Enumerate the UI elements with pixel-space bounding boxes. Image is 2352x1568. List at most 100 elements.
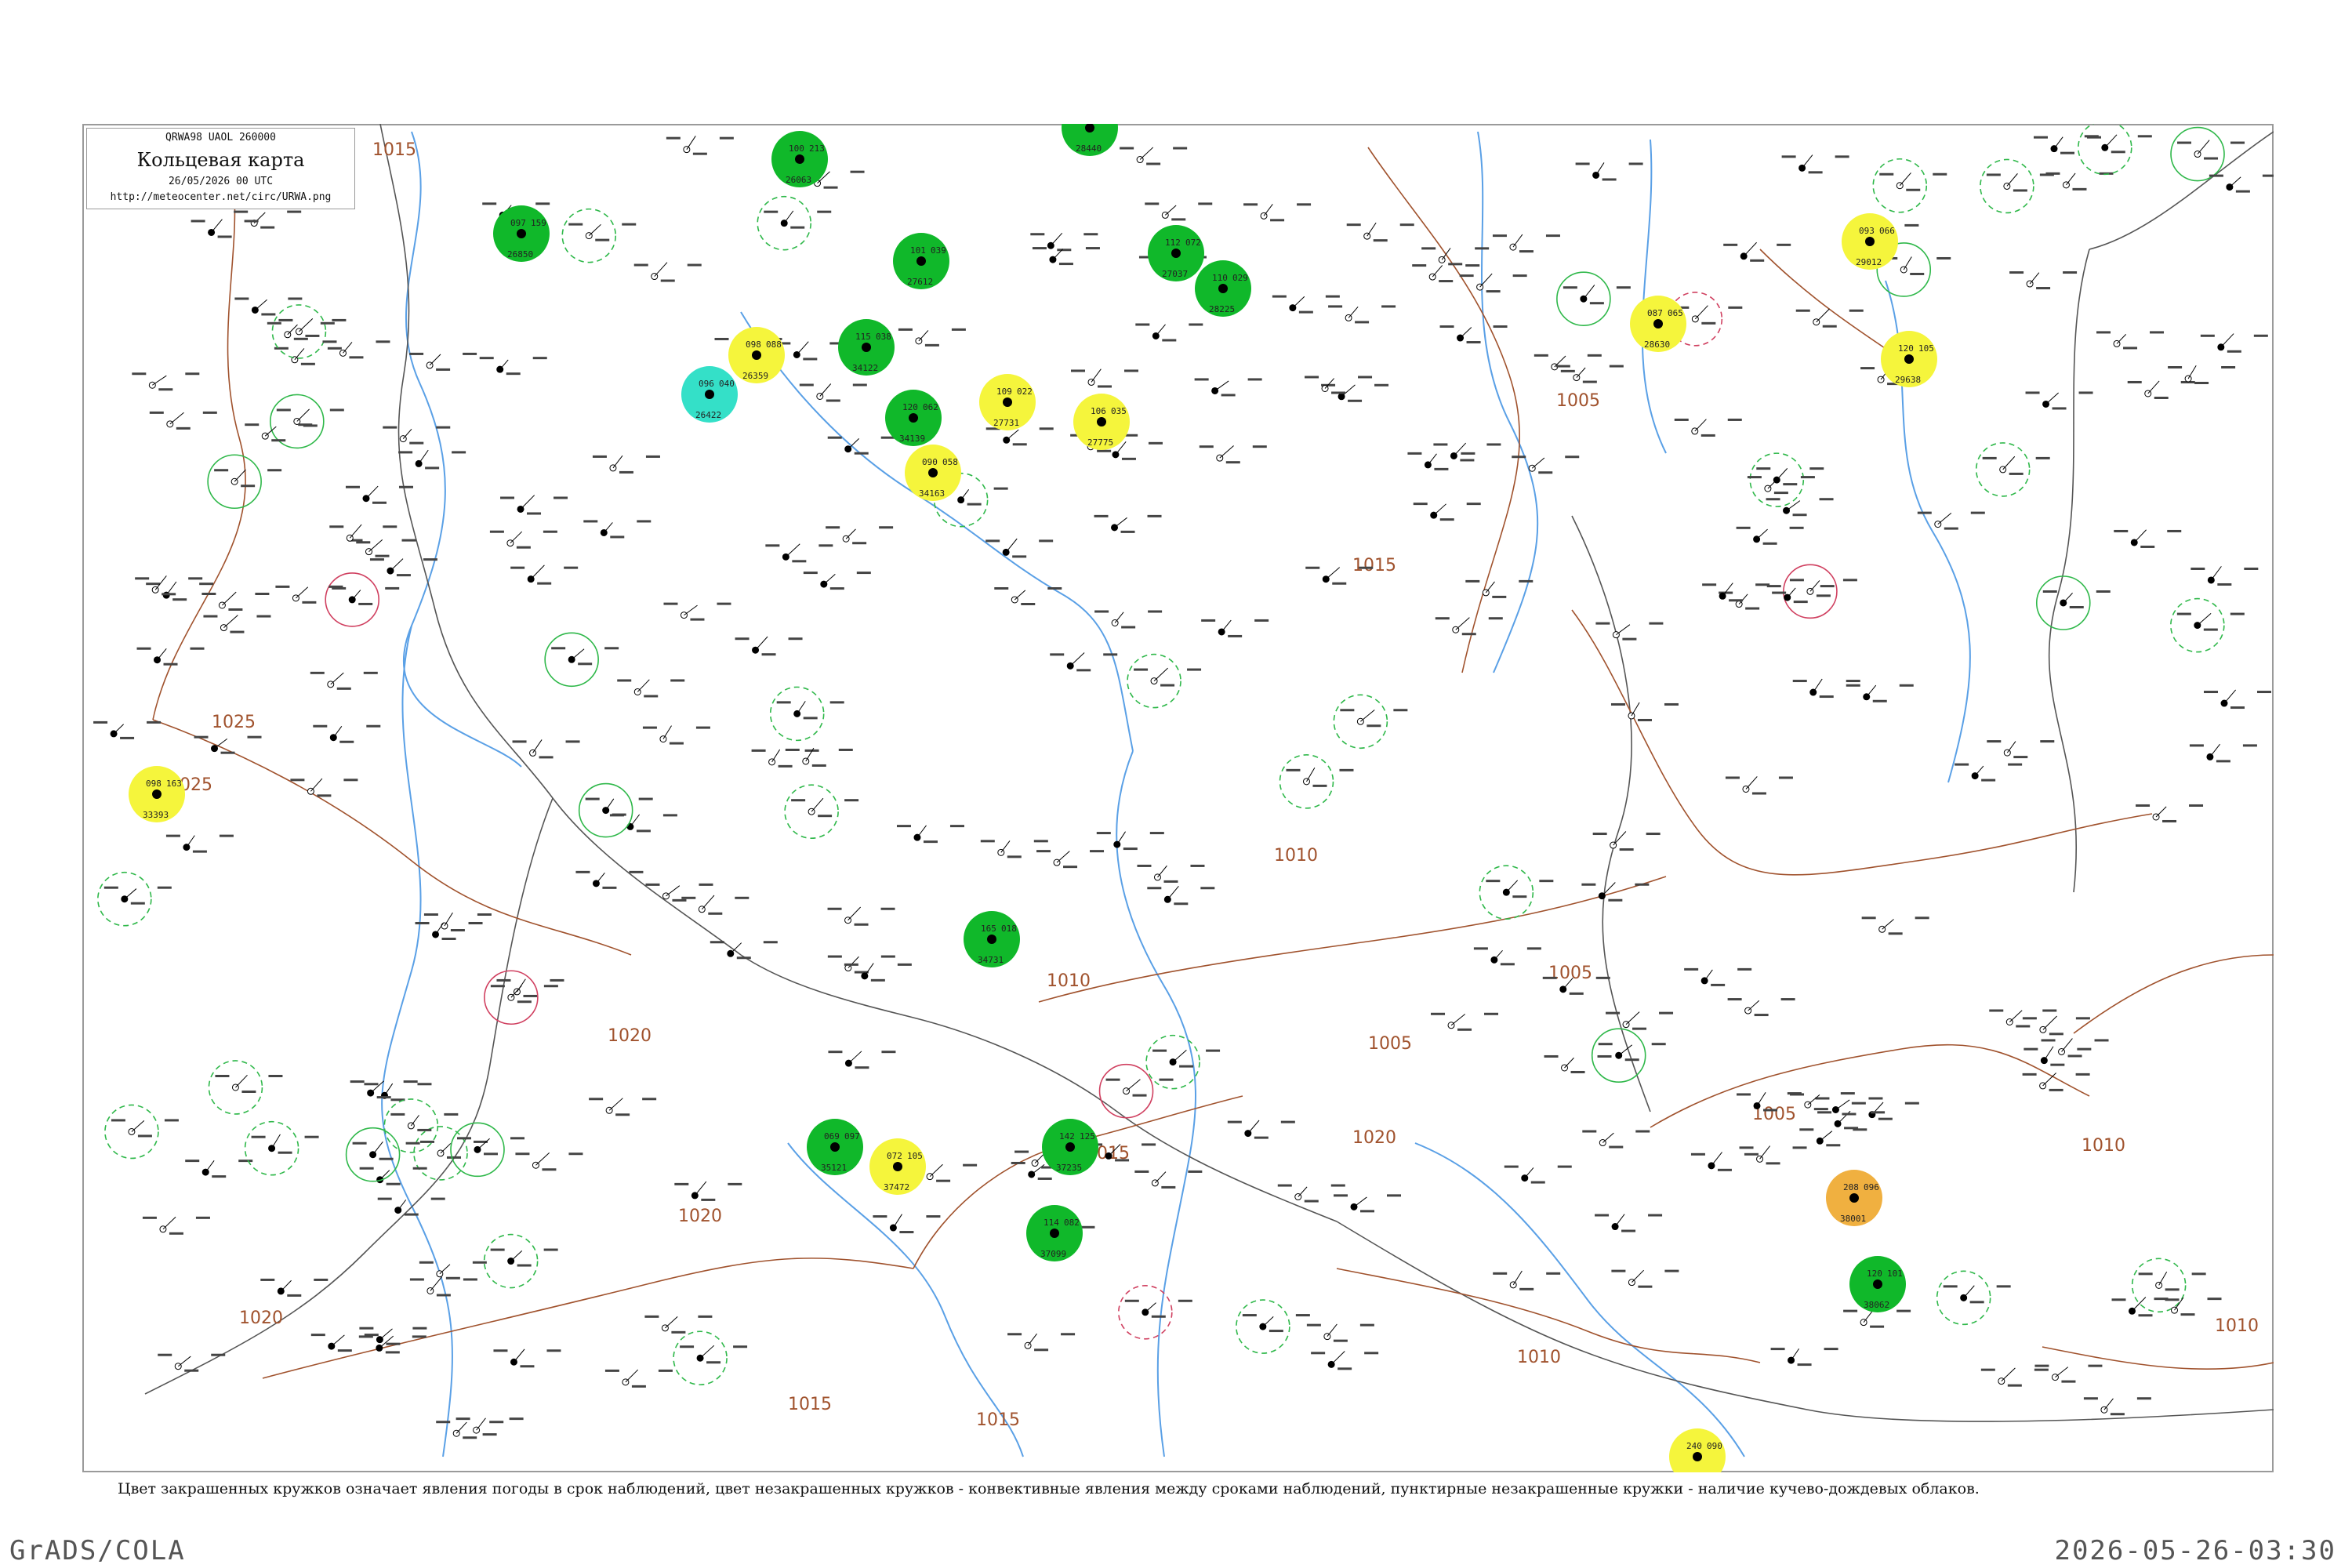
station-temperature: 087 (1647, 308, 1663, 318)
station-plot (2096, 331, 2165, 350)
station-pressure: 097 (844, 1131, 860, 1142)
station-plot (1792, 678, 1860, 699)
station-plot (1592, 831, 1661, 851)
isobar-label: 1005 (1548, 964, 1592, 983)
station-plot (985, 538, 1054, 558)
station-plot (1611, 1269, 1679, 1288)
station-temperature: 240 (1686, 1441, 1702, 1451)
station-temperature: 097 (510, 218, 526, 228)
station-plot (2177, 140, 2245, 160)
isobar-label: 1020 (608, 1026, 652, 1046)
station-plot (799, 383, 867, 402)
station-plot (1242, 1314, 1310, 1333)
station-plot (456, 1137, 524, 1156)
station-plot (1544, 1054, 1612, 1073)
station-plot (479, 357, 547, 376)
station-plot (1789, 579, 1857, 597)
station-temperature: 115 (855, 332, 871, 342)
station-index: 38062 (1864, 1300, 1889, 1310)
station-dot (1097, 417, 1106, 426)
station-dot (1065, 1142, 1075, 1152)
station-dot (987, 935, 996, 944)
station-plot (1879, 172, 1947, 191)
station-plot (1766, 585, 1835, 604)
station-plot (1431, 1012, 1499, 1031)
station-plot (1305, 376, 1373, 394)
station-plot (1036, 850, 1105, 869)
station-plot (201, 591, 270, 611)
footer-software-label: GrADS/COLA (9, 1535, 186, 1566)
station-plot (390, 1112, 459, 1131)
station-plot (764, 210, 832, 229)
station-temperature: 120 (1898, 343, 1914, 354)
station-index: 26063 (786, 175, 811, 185)
station-temperature: 109 (996, 387, 1012, 397)
station-plot (2136, 804, 2204, 822)
synoptic-map: 1015102510251020102010201015101510151010… (93, 124, 2274, 1472)
station-pressure: 072 (1185, 238, 1201, 248)
station-pressure: 022 (1017, 387, 1033, 397)
station-plot (785, 747, 853, 767)
isobar-label: 1010 (1047, 971, 1091, 991)
station-index: 34731 (978, 955, 1004, 965)
station-plot (585, 797, 653, 816)
station-plot (617, 679, 685, 698)
station-plot (633, 262, 702, 282)
station-plot (1736, 526, 1804, 545)
station-plot (1306, 1323, 1374, 1342)
station-plot (1199, 445, 1267, 464)
station-pressure: 090 (1707, 1441, 1722, 1451)
station-pressure: 096 (1864, 1182, 1879, 1192)
station-plot (111, 1119, 179, 1138)
station-plot (1606, 1011, 1674, 1030)
station-temperature: 100 (789, 143, 804, 154)
station-plot (1747, 476, 1815, 495)
station-plot (1286, 767, 1354, 787)
station-plot (980, 840, 1048, 858)
station-plot (985, 427, 1054, 446)
station-plot (1243, 203, 1312, 222)
station-plot (674, 1181, 742, 1201)
station-plot (332, 586, 400, 605)
station-plot (1421, 247, 1490, 266)
station-plot (165, 834, 234, 853)
station-plot (251, 1134, 319, 1154)
station-plot (776, 701, 844, 720)
station-pressure: 088 (766, 339, 782, 350)
station-temperature: 120 (1867, 1269, 1882, 1279)
map-title: Кольцевая карта (136, 149, 305, 171)
station-plot (329, 524, 397, 544)
station-dot (909, 413, 918, 423)
station-temperature: 090 (922, 457, 938, 467)
station-plot (510, 564, 579, 585)
station-plot (493, 1348, 561, 1368)
station-plot (1321, 383, 1389, 402)
station-plot (1512, 456, 1580, 474)
station-plot (1492, 234, 1560, 253)
station-index: 37235 (1056, 1163, 1082, 1173)
station-plot (735, 636, 803, 656)
station-plot (1346, 222, 1414, 242)
station-plot (352, 1142, 420, 1160)
station-plot (398, 449, 466, 470)
station-pressure: 035 (1111, 406, 1127, 416)
station-pressure: 213 (809, 143, 825, 154)
station-plot (1955, 763, 2023, 782)
station-plot (828, 1051, 896, 1069)
map-url[interactable]: http://meteocenter.net/circ/URWA.png (87, 191, 354, 203)
station-plot (203, 615, 271, 633)
station-plot (1311, 1351, 1379, 1370)
station-index: 34163 (919, 488, 945, 499)
station-plot (1412, 264, 1480, 283)
station-plot (589, 1098, 657, 1116)
station-plot (419, 1261, 487, 1279)
station-temperature: 072 (887, 1151, 902, 1161)
station-plot (1555, 365, 1624, 383)
station-index: 27731 (993, 418, 1019, 428)
station-dot (1904, 354, 1914, 364)
station-plot (158, 1353, 226, 1372)
station-index: 29012 (1856, 257, 1882, 267)
station-index: 34122 (852, 363, 878, 373)
station-plot (215, 1074, 283, 1093)
station-index: 33393 (143, 810, 169, 820)
